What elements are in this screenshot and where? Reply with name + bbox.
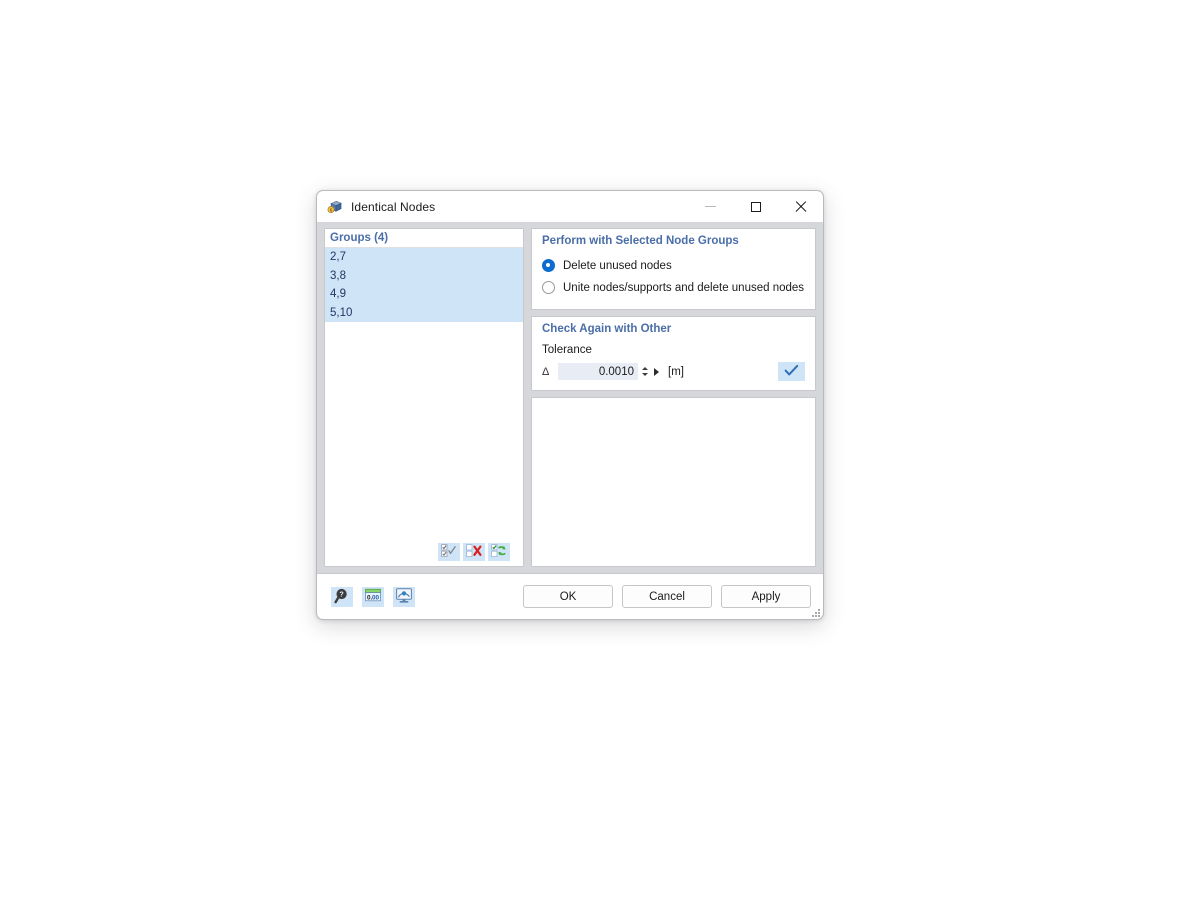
footer-tool-buttons: ? 0. 00	[331, 586, 415, 607]
maximize-button[interactable]	[733, 191, 778, 222]
list-item[interactable]: 2,7	[325, 248, 523, 267]
radio-unite-nodes-supports[interactable]: Unite nodes/supports and delete unused n…	[542, 278, 805, 297]
delta-symbol: Δ	[542, 365, 550, 378]
radio-delete-unused-nodes[interactable]: Delete unused nodes	[542, 256, 805, 275]
green-refresh-icon	[491, 543, 507, 561]
dialog-footer: ? 0. 00 OK Cancel Apply	[317, 573, 823, 619]
window-title: Identical Nodes	[351, 199, 436, 214]
select-all-button[interactable]	[438, 543, 460, 561]
maximize-icon	[750, 201, 761, 212]
footer-action-buttons: OK Cancel Apply	[523, 585, 811, 608]
results-panel	[531, 397, 816, 567]
tolerance-row: Δ [m]	[542, 362, 805, 381]
stepper-up-icon[interactable]	[642, 367, 648, 370]
apply-button[interactable]: Apply	[721, 585, 811, 608]
right-panel: Perform with Selected Node Groups Delete…	[531, 228, 816, 567]
minimize-icon	[705, 206, 716, 207]
svg-text:00: 00	[372, 594, 380, 601]
list-item[interactable]: 5,10	[325, 303, 523, 322]
svg-text:6: 6	[330, 207, 333, 212]
deselect-all-button[interactable]	[463, 543, 485, 561]
resize-grip[interactable]	[810, 607, 820, 617]
svg-text:?: ?	[339, 589, 343, 598]
title-bar[interactable]: 6 Identical Nodes	[317, 191, 823, 222]
units-button[interactable]: 0. 00	[362, 586, 384, 607]
groups-list[interactable]: 2,7 3,8 4,9 5,10	[325, 248, 523, 538]
red-x-icon	[466, 543, 482, 561]
chevron-right-icon[interactable]	[654, 367, 659, 376]
check-icon	[784, 364, 799, 380]
close-button[interactable]	[778, 191, 823, 222]
display-properties-button[interactable]	[393, 586, 415, 607]
radio-indicator[interactable]	[542, 281, 555, 294]
node-cube-icon: 6	[327, 199, 343, 215]
perform-group-box: Perform with Selected Node Groups Delete…	[531, 228, 816, 310]
check-again-group-box: Check Again with Other Tolerance Δ [m]	[531, 316, 816, 391]
tolerance-unit: [m]	[668, 365, 684, 378]
stepper-down-icon[interactable]	[642, 373, 648, 376]
groups-panel: Groups (4) 2,7 3,8 4,9 5,10	[324, 228, 524, 567]
list-item[interactable]: 4,9	[325, 285, 523, 304]
help-magnifier-icon: ?	[333, 587, 351, 607]
display-monitor-icon	[395, 587, 413, 607]
checkmarks-icon	[441, 543, 457, 561]
tolerance-label: Tolerance	[542, 344, 592, 356]
cancel-button[interactable]: Cancel	[622, 585, 712, 608]
apply-tolerance-button[interactable]	[778, 362, 805, 381]
units-decimal-icon: 0. 00	[364, 587, 382, 607]
list-item[interactable]: 3,8	[325, 266, 523, 285]
tolerance-input[interactable]	[558, 363, 638, 380]
radio-label: Unite nodes/supports and delete unused n…	[563, 281, 805, 294]
close-icon	[795, 201, 807, 213]
groups-list-toolbar	[325, 538, 523, 566]
help-button[interactable]: ?	[331, 586, 353, 607]
tolerance-stepper[interactable]	[641, 363, 649, 380]
radio-indicator[interactable]	[542, 259, 555, 272]
invert-selection-button[interactable]	[488, 543, 510, 561]
ok-button[interactable]: OK	[523, 585, 613, 608]
minimize-button[interactable]	[688, 191, 733, 222]
check-again-group-title: Check Again with Other	[542, 323, 672, 335]
radio-label: Delete unused nodes	[563, 259, 672, 272]
perform-group-title: Perform with Selected Node Groups	[542, 235, 739, 247]
groups-header: Groups (4)	[325, 229, 523, 248]
identical-nodes-dialog: 6 Identical Nodes Groups (4) 2,7 3,8 4,9	[316, 190, 824, 620]
dialog-body: Groups (4) 2,7 3,8 4,9 5,10 Perform with…	[317, 222, 823, 567]
window-controls	[688, 191, 823, 222]
